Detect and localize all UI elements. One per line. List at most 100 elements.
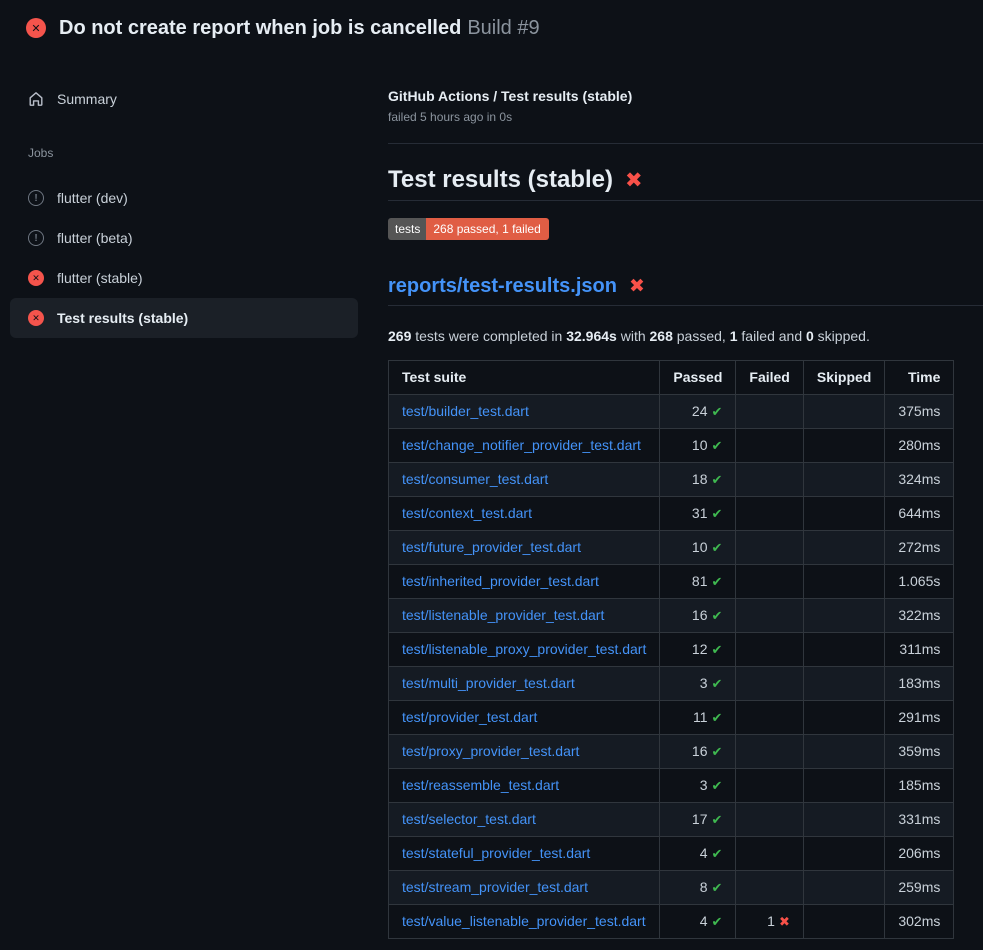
- table-row: test/builder_test.dart 24 ✔ 375ms: [389, 395, 954, 429]
- sidebar-job-item[interactable]: ! flutter (dev): [10, 178, 358, 218]
- failed-cell: [736, 871, 803, 905]
- time-cell: 375ms: [885, 395, 954, 429]
- check-icon: ✔: [712, 676, 723, 691]
- passed-count: 3: [700, 675, 708, 691]
- cross-icon: ✖: [779, 914, 790, 929]
- passed-cell: 16 ✔: [660, 599, 736, 633]
- failed-cell: [736, 531, 803, 565]
- failed-count: 1: [767, 913, 775, 929]
- main-content: GitHub Actions / Test results (stable) f…: [368, 56, 983, 939]
- column-header: Time: [885, 361, 954, 395]
- suite-link[interactable]: test/multi_provider_test.dart: [402, 675, 575, 691]
- summary-text: with: [617, 328, 650, 344]
- sidebar-item-summary[interactable]: Summary: [10, 78, 358, 120]
- skipped-cell: [803, 463, 884, 497]
- suite-link[interactable]: test/change_notifier_provider_test.dart: [402, 437, 641, 453]
- table-row: test/proxy_provider_test.dart16✔359ms: [389, 735, 954, 769]
- suite-link[interactable]: test/stateful_provider_test.dart: [402, 845, 590, 861]
- passed-cell: 12✔: [660, 633, 736, 667]
- suite-cell: test/selector_test.dart: [389, 803, 660, 837]
- passed-count: 31: [692, 505, 708, 521]
- suite-link[interactable]: test/builder_test.dart: [402, 403, 529, 419]
- sidebar-job-item[interactable]: ✕Test results (stable): [10, 298, 358, 338]
- passed-cell: 3✔: [660, 769, 736, 803]
- check-icon: ✔: [712, 404, 723, 419]
- passed-cell: 31 ✔: [660, 497, 736, 531]
- skipped-cell: [803, 871, 884, 905]
- skipped-cell: [803, 905, 884, 939]
- check-icon: ✔: [712, 608, 723, 623]
- suite-link[interactable]: test/reassemble_test.dart: [402, 777, 559, 793]
- failed-cell: [736, 599, 803, 633]
- column-header: Test suite: [389, 361, 660, 395]
- skipped-cell: [803, 429, 884, 463]
- passed-count: 17: [692, 811, 708, 827]
- time-cell: 324ms: [885, 463, 954, 497]
- time-cell: 272ms: [885, 531, 954, 565]
- failed-cell: 1✖: [736, 905, 803, 939]
- run-failed-icon: ✕: [26, 18, 46, 38]
- passed-count: 10: [692, 437, 708, 453]
- section-title-text: Test results (stable): [388, 166, 613, 194]
- sidebar-job-item[interactable]: ✕flutter (stable): [10, 258, 358, 298]
- suite-link[interactable]: test/consumer_test.dart: [402, 471, 548, 487]
- sidebar-summary-label: Summary: [57, 91, 117, 107]
- check-icon: ✔: [712, 506, 723, 521]
- suite-link[interactable]: test/stream_provider_test.dart: [402, 879, 588, 895]
- divider: [388, 143, 983, 144]
- suite-link[interactable]: test/provider_test.dart: [402, 709, 537, 725]
- column-header: Skipped: [803, 361, 884, 395]
- passed-cell: 4✔: [660, 837, 736, 871]
- time-cell: 291ms: [885, 701, 954, 735]
- passed-count: 10: [692, 539, 708, 555]
- skipped-cell: [803, 497, 884, 531]
- job-cancelled-icon: !: [28, 230, 44, 246]
- check-icon: ✔: [712, 880, 723, 895]
- job-label: flutter (dev): [57, 190, 128, 206]
- passed-count: 4: [700, 845, 708, 861]
- summary-text: passed,: [673, 328, 730, 344]
- suite-link[interactable]: test/listenable_provider_test.dart: [402, 607, 604, 623]
- suite-link[interactable]: test/selector_test.dart: [402, 811, 536, 827]
- passed-cell: 18✔: [660, 463, 736, 497]
- suite-link[interactable]: test/listenable_proxy_provider_test.dart: [402, 641, 646, 657]
- time-cell: 280ms: [885, 429, 954, 463]
- suite-cell: test/context_test.dart: [389, 497, 660, 531]
- home-icon: [28, 91, 44, 107]
- summary-number: 0: [806, 328, 814, 344]
- suite-link[interactable]: test/inherited_provider_test.dart: [402, 573, 599, 589]
- check-icon: ✔: [712, 744, 723, 759]
- sidebar-job-item[interactable]: !flutter (beta): [10, 218, 358, 258]
- passed-count: 24: [692, 403, 708, 419]
- failed-cell: [736, 769, 803, 803]
- passed-count: 18: [692, 471, 708, 487]
- skipped-cell: [803, 633, 884, 667]
- run-status-line: failed 5 hours ago in 0s: [388, 110, 983, 124]
- failed-cell: [736, 633, 803, 667]
- suite-link[interactable]: test/context_test.dart: [402, 505, 532, 521]
- suite-cell: test/multi_provider_test.dart: [389, 667, 660, 701]
- table-row: test/change_notifier_provider_test.dart 1…: [389, 429, 954, 463]
- table-row: test/listenable_provider_test.dart16✔322…: [389, 599, 954, 633]
- passed-count: 16: [692, 607, 708, 623]
- suite-link[interactable]: test/future_provider_test.dart: [402, 539, 581, 555]
- time-cell: 206ms: [885, 837, 954, 871]
- passed-cell: 4✔: [660, 905, 736, 939]
- table-row: test/consumer_test.dart 18✔ 324ms: [389, 463, 954, 497]
- check-icon: ✔: [712, 574, 723, 589]
- section-title: Test results (stable) ✖: [388, 166, 983, 201]
- report-link[interactable]: reports/test-results.json: [388, 275, 617, 298]
- suite-link[interactable]: test/value_listenable_provider_test.dart: [402, 913, 646, 929]
- time-cell: 331ms: [885, 803, 954, 837]
- passed-cell: 8✔: [660, 871, 736, 905]
- job-cancelled-icon: !: [28, 190, 44, 206]
- table-row: test/stream_provider_test.dart8✔259ms: [389, 871, 954, 905]
- skipped-cell: [803, 599, 884, 633]
- skipped-cell: [803, 837, 884, 871]
- table-row: test/future_provider_test.dart10✔272ms: [389, 531, 954, 565]
- suite-link[interactable]: test/proxy_provider_test.dart: [402, 743, 579, 759]
- passed-count: 81: [692, 573, 708, 589]
- check-icon: ✔: [712, 642, 723, 657]
- suite-cell: test/stateful_provider_test.dart: [389, 837, 660, 871]
- suite-cell: test/future_provider_test.dart: [389, 531, 660, 565]
